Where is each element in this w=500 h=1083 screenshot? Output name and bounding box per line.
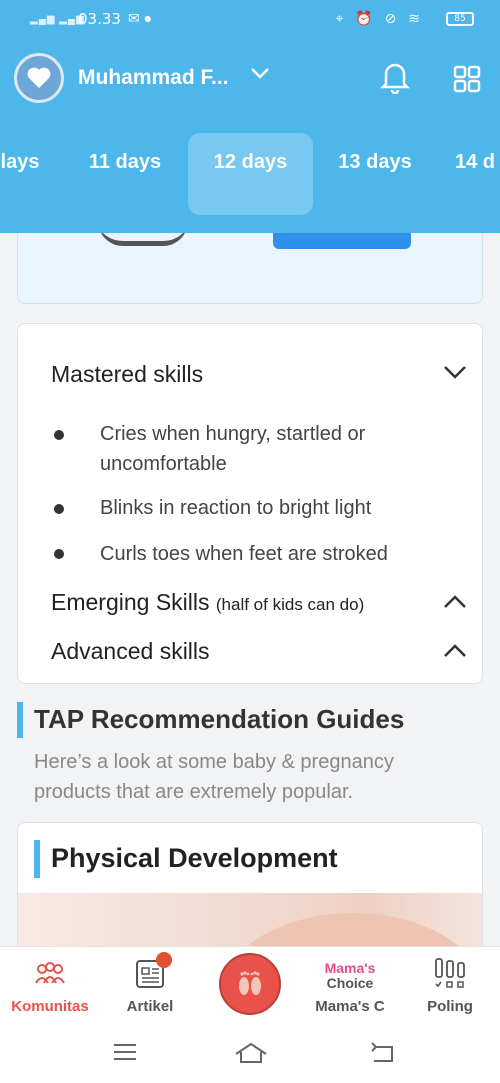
skills-card: Mastered skills Cries when hungry, start…	[17, 323, 483, 684]
chevron-down-icon[interactable]	[443, 364, 467, 385]
nav-label: Artikel	[126, 998, 174, 1015]
emerging-skills-title[interactable]: Emerging Skills (half of kids can do)	[51, 589, 364, 616]
emerging-skills-label: Emerging Skills	[51, 589, 210, 615]
bottom-navigation: Komunitas Artikel Mama's Choice Mama's C	[0, 946, 500, 1026]
profile-name[interactable]: Muhammad F...	[78, 66, 229, 90]
bullet-icon	[54, 430, 64, 440]
skill-item: Blinks in reaction to bright light	[100, 497, 372, 519]
bell-icon[interactable]	[379, 60, 411, 99]
nav-komunitas[interactable]: Komunitas	[0, 947, 100, 1027]
day-tab[interactable]: 13 days	[325, 133, 425, 215]
status-bar: ▂▄▆ ▂▄▆ 03.33 ✉ ● ⌖ ⏰ ⊘ ≋ 85	[0, 0, 500, 38]
profile-avatar[interactable]	[14, 53, 64, 103]
logo-line-1: Mama's	[324, 960, 376, 976]
app-header: ▂▄▆ ▂▄▆ 03.33 ✉ ● ⌖ ⏰ ⊘ ≋ 85 Muhammad F.…	[0, 0, 500, 233]
chevron-up-icon[interactable]	[443, 643, 467, 664]
feet-icon	[239, 971, 261, 995]
battery-icon: 85	[446, 12, 474, 26]
notification-badge	[156, 952, 172, 968]
status-time: 03.33	[78, 10, 121, 28]
bullet-icon	[54, 504, 64, 514]
back-icon[interactable]	[368, 1042, 396, 1069]
home-icon[interactable]	[234, 1042, 268, 1069]
guides-description: Here’s a look at some baby & pregnancy p…	[34, 751, 394, 803]
nav-label: Komunitas	[11, 998, 89, 1015]
day-tab[interactable]: 14 d	[455, 133, 500, 215]
signal-icon: ▂▄▆ ▂▄▆	[30, 14, 85, 25]
physical-development-title: Physical Development	[51, 843, 338, 873]
chevron-down-icon[interactable]	[250, 63, 270, 86]
nav-poling[interactable]: Poling	[400, 947, 500, 1027]
mastered-skills-title[interactable]: Mastered skills	[51, 361, 203, 388]
nav-label: Mama's C	[315, 998, 385, 1015]
advanced-skills-title[interactable]: Advanced skills	[51, 638, 210, 665]
section-accent-bar	[34, 840, 40, 878]
mamas-choice-logo: Mama's Choice	[300, 961, 400, 991]
section-accent-bar	[17, 702, 23, 738]
skill-item: Cries when hungry, startled or uncomfort…	[100, 423, 366, 475]
guides-title: TAP Recommendation Guides	[34, 704, 405, 734]
nav-mamas-choice[interactable]: Mama's Choice Mama's C	[300, 947, 400, 1027]
nav-label: Poling	[427, 998, 473, 1015]
notification-icons: ✉ ●	[128, 10, 153, 26]
day-selector: lays 11 days 12 days 13 days 14 d	[0, 133, 500, 215]
emerging-skills-note: (half of kids can do)	[215, 595, 365, 614]
chevron-up-icon[interactable]	[443, 594, 467, 615]
system-navigation-bar	[0, 1026, 500, 1083]
menu-icon[interactable]	[112, 1042, 138, 1067]
nav-artikel[interactable]: Artikel	[100, 947, 200, 1027]
skill-item: Curls toes when feet are stroked	[100, 543, 388, 565]
system-status-icons: ⌖ ⏰ ⊘ ≋	[335, 10, 424, 26]
bullet-icon	[54, 549, 64, 559]
day-tab[interactable]: lays	[0, 133, 60, 215]
logo-line-2: Choice	[326, 975, 374, 991]
day-tab[interactable]: 11 days	[75, 133, 175, 215]
heart-icon	[27, 67, 51, 88]
day-tab-active[interactable]: 12 days	[188, 133, 313, 215]
community-icon	[35, 962, 65, 984]
poll-icon	[435, 958, 465, 988]
center-feet-button[interactable]	[219, 953, 281, 1015]
grid-menu-icon[interactable]	[453, 65, 481, 98]
